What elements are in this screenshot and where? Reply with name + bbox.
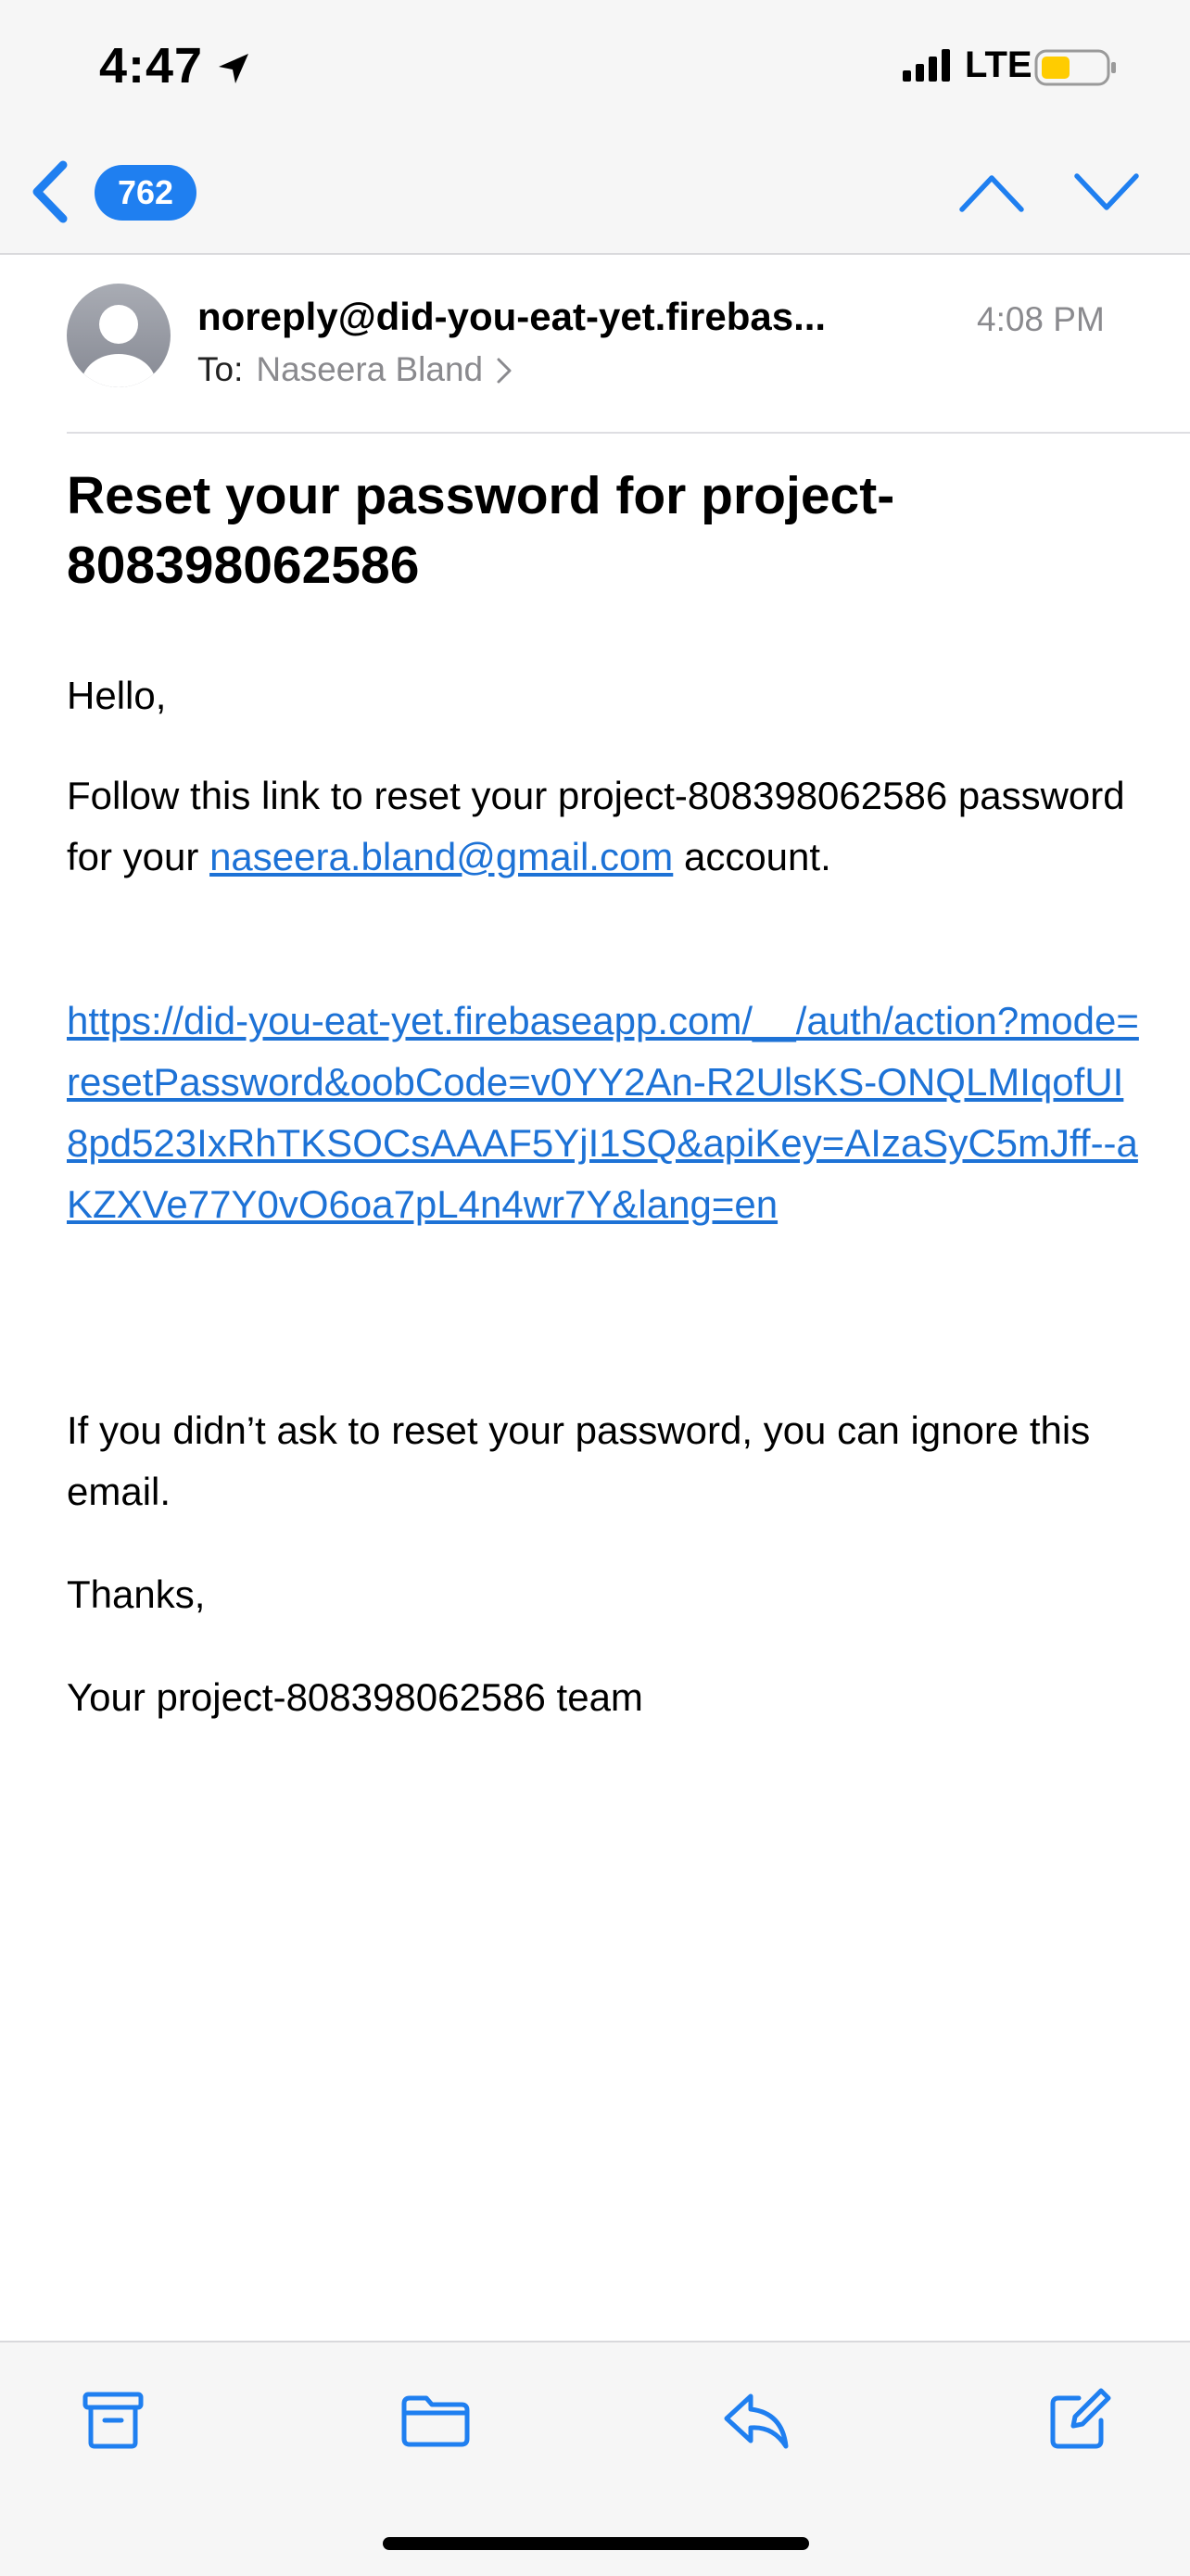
back-chevron-icon[interactable] [28, 159, 74, 224]
recipient-row[interactable]: To: Naseera Bland [197, 350, 513, 389]
email-link[interactable]: naseera.bland@gmail.com [209, 835, 673, 878]
next-message-icon[interactable] [1073, 169, 1140, 215]
archive-icon[interactable] [76, 2383, 150, 2457]
chevron-right-icon [497, 358, 512, 384]
battery-icon [1034, 49, 1116, 86]
status-time: 4:47 [99, 38, 204, 94]
reply-icon[interactable] [719, 2383, 793, 2457]
para1-text-end: account. [673, 835, 831, 878]
header-divider [67, 432, 1190, 434]
greeting: Hello, [67, 674, 167, 717]
sender-address[interactable]: noreply@did-you-eat-yet.firebas... [197, 295, 939, 339]
message-time: 4:08 PM [977, 300, 1105, 338]
network-type: LTE [965, 44, 1032, 85]
unread-count-badge[interactable]: 762 [95, 165, 196, 221]
previous-message-icon[interactable] [958, 169, 1025, 215]
to-label: To: [197, 350, 244, 388]
body-paragraph-1: Follow this link to reset your project-8… [67, 765, 1142, 888]
reset-password-link[interactable]: https://did-you-eat-yet.firebaseapp.com/… [67, 991, 1142, 1235]
thanks-line: Thanks, [67, 1572, 206, 1616]
body-paragraph-2: If you didn’t ask to reset your password… [67, 1408, 1091, 1513]
home-indicator[interactable] [383, 2537, 809, 2550]
location-arrow-icon [219, 54, 248, 83]
message-subject: Reset your password for project-80839806… [67, 466, 895, 595]
folder-icon[interactable] [399, 2383, 473, 2457]
recipient-name[interactable]: Naseera Bland [256, 350, 483, 388]
compose-icon[interactable] [1042, 2383, 1116, 2457]
sender-avatar [67, 284, 171, 387]
cellular-signal-icon [903, 49, 950, 82]
signoff-line: Your project-808398062586 team [67, 1675, 643, 1719]
